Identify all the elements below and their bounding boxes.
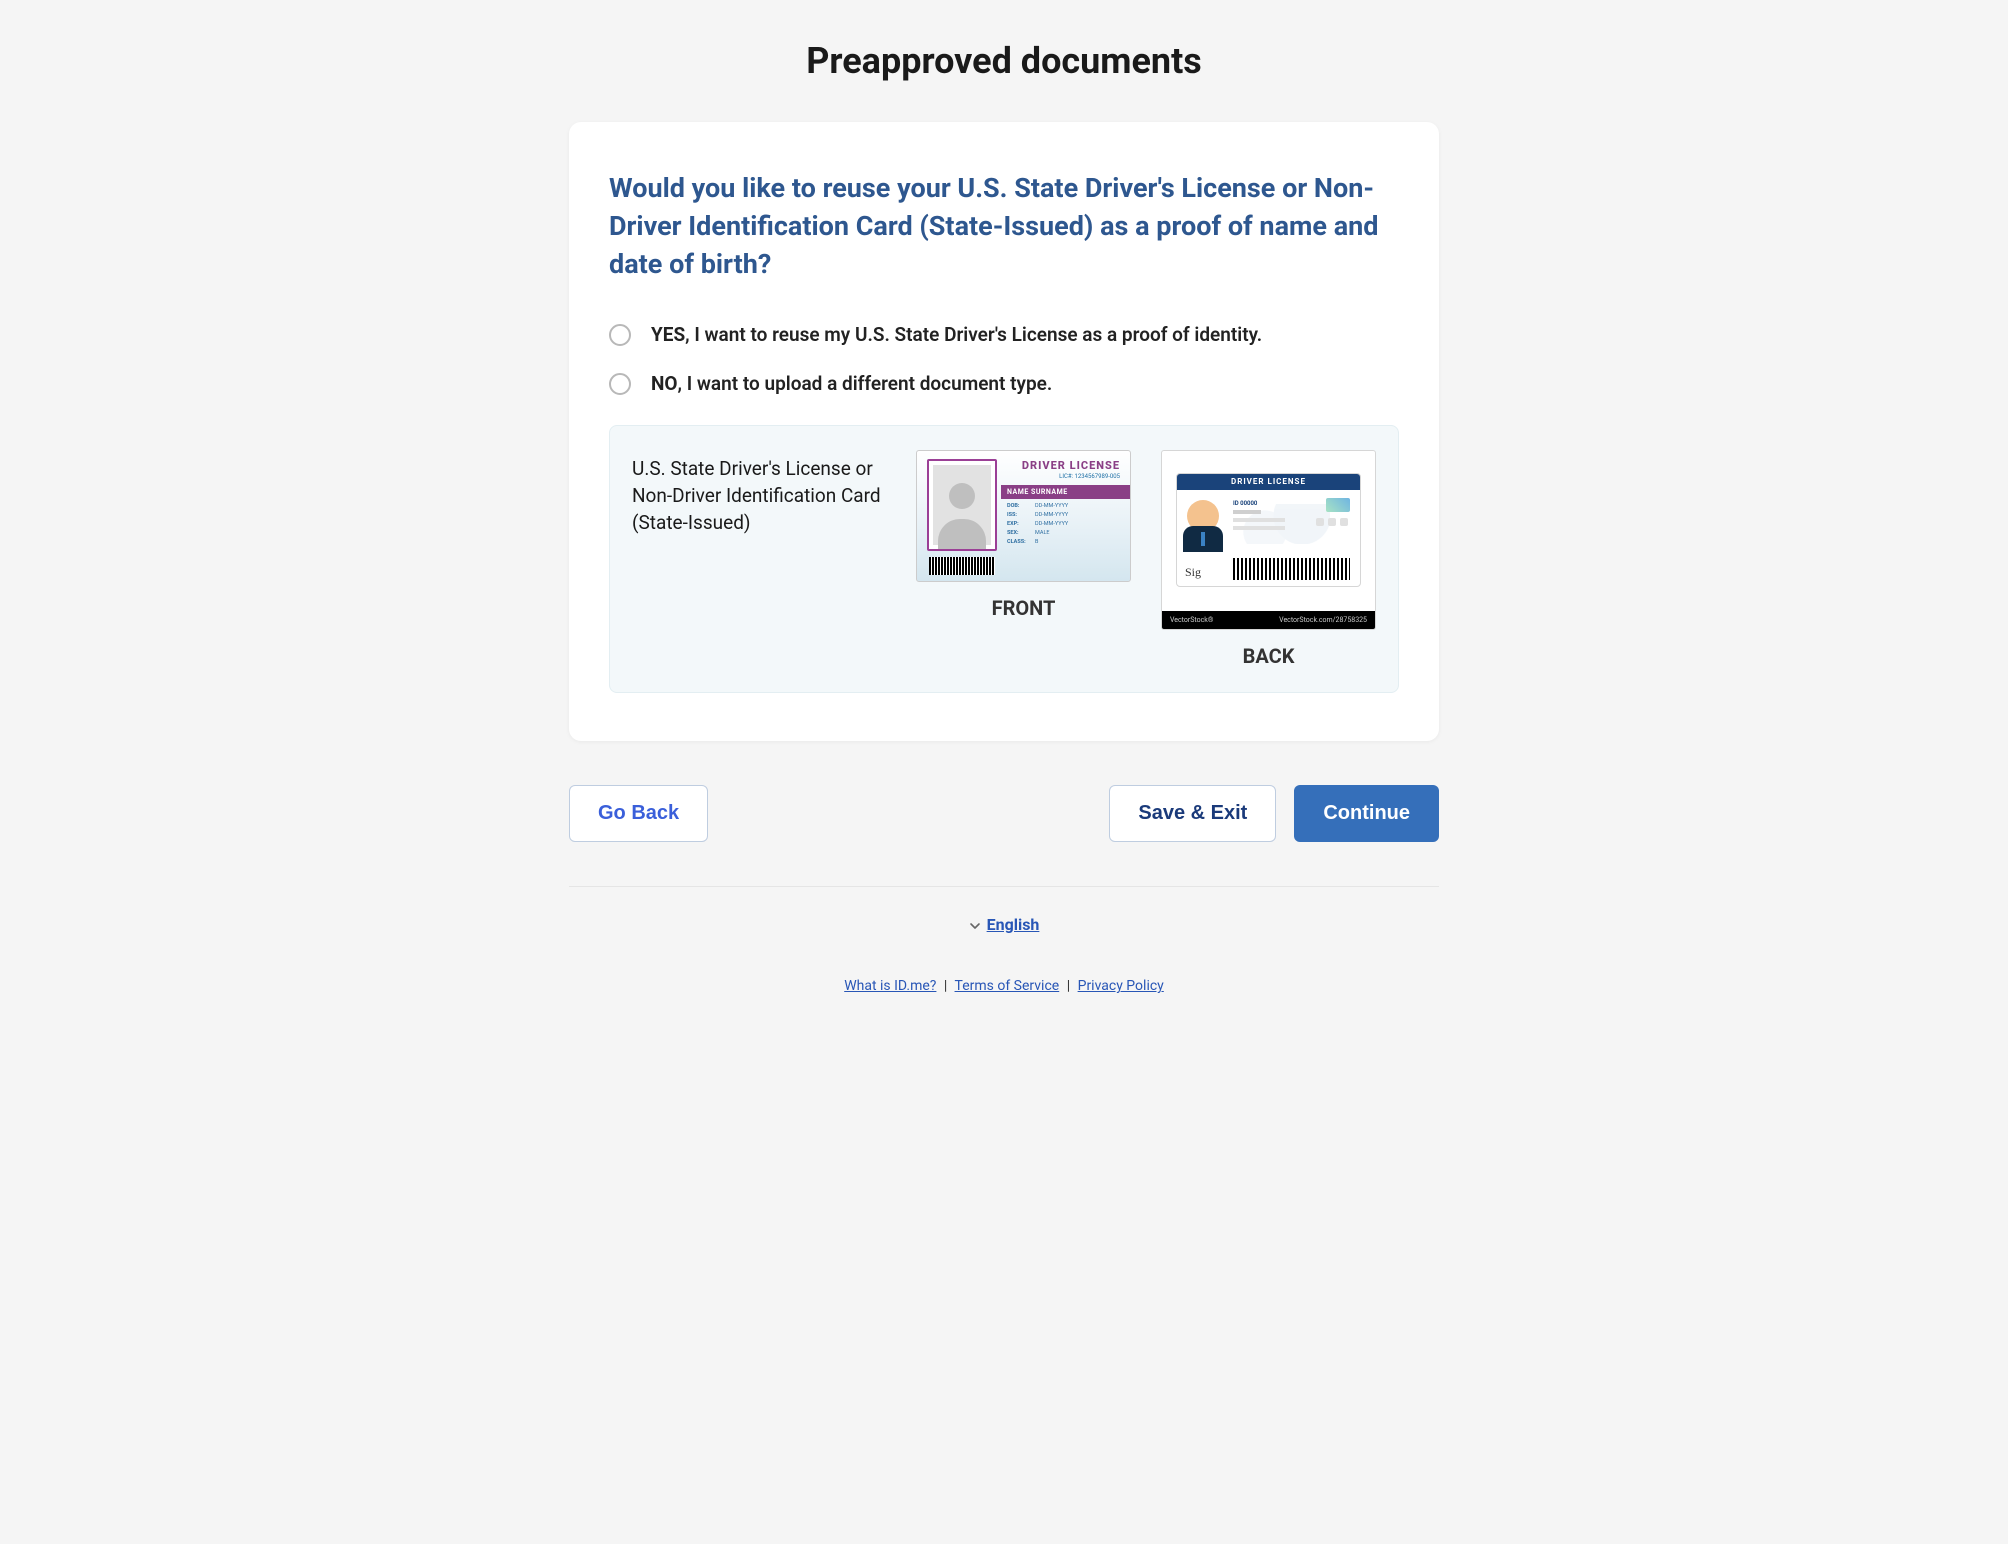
page-title: Preapproved documents: [569, 40, 1439, 82]
front-label: FRONT: [992, 596, 1056, 620]
chip-icon: [1326, 498, 1350, 512]
radio-option-yes[interactable]: YES, I want to reuse my U.S. State Drive…: [609, 323, 1399, 346]
field-value: MALE: [1035, 530, 1120, 536]
radio-label-yes: YES, I want to reuse my U.S. State Drive…: [651, 323, 1262, 346]
radio-group: YES, I want to reuse my U.S. State Drive…: [609, 323, 1399, 395]
field-value: DD-MM-YYYY: [1035, 503, 1120, 509]
field-key: CLASS:: [1007, 539, 1035, 545]
barcode-icon: [1233, 558, 1350, 580]
chevron-down-icon: [969, 920, 979, 930]
separator: |: [1067, 978, 1070, 994]
license-back-image: DRIVER LICENSE ID 00000 Sig VectorStoc: [1161, 450, 1376, 630]
save-exit-button[interactable]: Save & Exit: [1109, 785, 1276, 842]
license-back-title: DRIVER LICENSE: [1177, 474, 1360, 490]
field-key: DOB:: [1007, 503, 1035, 509]
radio-option-no[interactable]: NO, I want to upload a different documen…: [609, 372, 1399, 395]
radio-label-no: NO, I want to upload a different documen…: [651, 372, 1052, 395]
radio-icon: [609, 324, 631, 346]
privacy-policy-link[interactable]: Privacy Policy: [1078, 978, 1164, 994]
question-text: Would you like to reuse your U.S. State …: [609, 170, 1399, 283]
radio-no-rest: , I want to upload a different document …: [678, 372, 1053, 395]
license-front-image: PHOTO SIZE DRIVER LICENSE LIC#: 12345679…: [916, 450, 1131, 582]
separator: |: [944, 978, 947, 994]
field-key: SEX:: [1007, 530, 1035, 536]
license-photo-placeholder: PHOTO SIZE: [927, 459, 997, 551]
language-label: English: [987, 915, 1040, 934]
radio-yes-rest: , I want to reuse my U.S. State Driver's…: [685, 323, 1262, 346]
license-front-title: DRIVER LICENSE: [1022, 459, 1120, 472]
radio-icon: [609, 373, 631, 395]
front-preview-column: PHOTO SIZE DRIVER LICENSE LIC#: 12345679…: [916, 450, 1131, 620]
go-back-button[interactable]: Go Back: [569, 785, 708, 842]
license-name-stripe: NAME SURNAME: [1001, 485, 1130, 499]
radio-no-strong: NO: [651, 372, 678, 395]
field-value: B: [1035, 539, 1120, 545]
field-key: ISS:: [1007, 512, 1035, 518]
barcode-icon: [929, 557, 995, 575]
field-key: EXP:: [1007, 521, 1035, 527]
license-fields: DOB:DD-MM-YYYY ISS:DD-MM-YYYY EXP:DD-MM-…: [1007, 503, 1120, 545]
field-value: DD-MM-YYYY: [1035, 512, 1120, 518]
thumb-icons: [1316, 518, 1348, 526]
continue-button[interactable]: Continue: [1294, 785, 1439, 842]
signature-icon: Sig: [1185, 565, 1201, 580]
vector-stock-right: VectorStock.com/28758325: [1279, 616, 1367, 624]
back-preview-column: DRIVER LICENSE ID 00000 Sig VectorStoc: [1161, 450, 1376, 668]
back-label: BACK: [1243, 644, 1295, 668]
document-preview-box: U.S. State Driver's License or Non-Drive…: [609, 425, 1399, 693]
divider: [569, 886, 1439, 887]
action-row: Go Back Save & Exit Continue: [569, 785, 1439, 842]
footer-links: What is ID.me? | Terms of Service | Priv…: [569, 978, 1439, 994]
terms-of-service-link[interactable]: Terms of Service: [955, 978, 1060, 994]
what-is-idme-link[interactable]: What is ID.me?: [844, 978, 936, 994]
field-value: DD-MM-YYYY: [1035, 521, 1120, 527]
language-selector[interactable]: English: [569, 915, 1439, 934]
license-number: LIC#: 1234567989-005: [1059, 473, 1120, 480]
vector-stock-left: VectorStock®: [1170, 616, 1213, 624]
id-label: ID 00000: [1233, 500, 1257, 507]
main-card: Would you like to reuse your U.S. State …: [569, 122, 1439, 741]
radio-yes-strong: YES: [651, 323, 685, 346]
document-description: U.S. State Driver's License or Non-Drive…: [632, 450, 886, 536]
